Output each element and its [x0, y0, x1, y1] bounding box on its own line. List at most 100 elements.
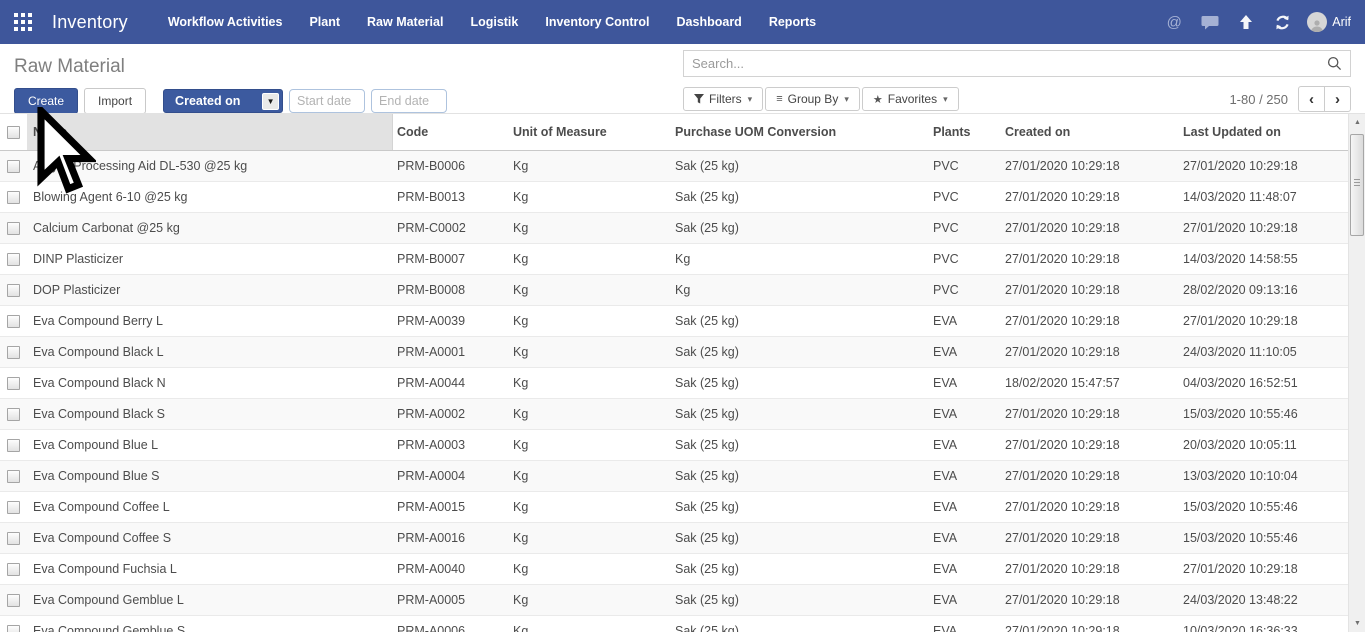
row-checkbox[interactable]	[7, 593, 20, 607]
row-checkbox[interactable]	[7, 345, 20, 359]
table-row[interactable]: Eva Compound Coffee L PRM-A0015 Kg Sak (…	[0, 492, 1348, 523]
row-checkbox[interactable]	[7, 562, 20, 576]
nav-item-dashboard[interactable]: Dashboard	[677, 15, 742, 29]
table-row[interactable]: Eva Compound Blue S PRM-A0004 Kg Sak (25…	[0, 461, 1348, 492]
nav-item-raw-material[interactable]: Raw Material	[367, 15, 443, 29]
cell-code: PRM-B0013	[397, 190, 466, 204]
select-caret-icon: ▼	[262, 92, 280, 110]
nav-item-workflow-activities[interactable]: Workflow Activities	[168, 15, 283, 29]
row-checkbox[interactable]	[7, 159, 20, 173]
date-filter-selected: Created on	[175, 94, 241, 108]
column-header-purchase-uom[interactable]: Purchase UOM Conversion	[671, 114, 929, 150]
row-checkbox[interactable]	[7, 252, 20, 266]
row-checkbox[interactable]	[7, 500, 20, 514]
cell-code: PRM-B0007	[397, 252, 466, 266]
create-button[interactable]: Create	[14, 88, 79, 114]
filters-label: Filters	[709, 92, 742, 106]
row-checkbox[interactable]	[7, 407, 20, 421]
table-row[interactable]: Eva Compound Berry L PRM-A0039 Kg Sak (2…	[0, 306, 1348, 337]
pager-previous-button[interactable]: ‹	[1298, 86, 1325, 112]
table-row[interactable]: Eva Compound Gemblue S PRM-A0006 Kg Sak …	[0, 616, 1348, 632]
cell-name: Eva Compound Coffee L	[33, 500, 170, 514]
table-row[interactable]: Eva Compound Black N PRM-A0044 Kg Sak (2…	[0, 368, 1348, 399]
column-header-plants[interactable]: Plants	[929, 114, 1001, 150]
column-header-last-updated-on[interactable]: Last Updated on	[1179, 114, 1348, 150]
select-all-checkbox[interactable]	[7, 125, 20, 139]
scroll-down-icon[interactable]: ▼	[1349, 615, 1365, 632]
cell-last-updated-on: 27/01/2020 10:29:18	[1183, 314, 1298, 328]
cell-uom: Kg	[513, 190, 529, 204]
table-row[interactable]: Acrylic Processing Aid DL-530 @25 kg PRM…	[0, 151, 1348, 182]
scrollbar-thumb[interactable]	[1350, 134, 1364, 236]
table-row[interactable]: Calcium Carbonat @25 kg PRM-C0002 Kg Sak…	[0, 213, 1348, 244]
row-checkbox[interactable]	[7, 283, 20, 297]
apps-grid-icon[interactable]	[14, 13, 32, 31]
user-menu[interactable]: Arif	[1307, 12, 1351, 32]
table-row[interactable]: Eva Compound Fuchsia L PRM-A0040 Kg Sak …	[0, 554, 1348, 585]
cell-code: PRM-A0003	[397, 438, 466, 452]
top-navbar: Inventory Workflow Activities Plant Raw …	[0, 0, 1365, 44]
end-date-input[interactable]	[371, 89, 448, 113]
row-checkbox[interactable]	[7, 190, 20, 204]
row-checkbox[interactable]	[7, 221, 20, 235]
cell-plant: PVC	[933, 221, 959, 235]
filter-funnel-icon	[694, 94, 704, 104]
app-title[interactable]: Inventory	[52, 12, 128, 33]
row-checkbox[interactable]	[7, 469, 20, 483]
table-row[interactable]: Blowing Agent 6-10 @25 kg PRM-B0013 Kg S…	[0, 182, 1348, 213]
table-row[interactable]: DOP Plasticizer PRM-B0008 Kg Kg PVC 27/0…	[0, 275, 1348, 306]
nav-item-reports[interactable]: Reports	[769, 15, 816, 29]
table-row[interactable]: Eva Compound Gemblue L PRM-A0005 Kg Sak …	[0, 585, 1348, 616]
row-checkbox-cell	[0, 252, 27, 266]
cell-last-updated-on: 24/03/2020 13:48:22	[1183, 593, 1298, 607]
column-header-uom[interactable]: Unit of Measure	[509, 114, 671, 150]
vertical-scrollbar[interactable]: ▲ ▼	[1348, 114, 1365, 632]
cell-plant: PVC	[933, 159, 959, 173]
cell-code: PRM-B0008	[397, 283, 466, 297]
caret-down-icon: ▾	[943, 93, 948, 104]
messages-icon[interactable]	[1199, 15, 1221, 30]
column-header-created-on[interactable]: Created on	[1001, 114, 1179, 150]
group-by-button[interactable]: ≡ Group By ▾	[765, 87, 860, 111]
table-row[interactable]: DINP Plasticizer PRM-B0007 Kg Kg PVC 27/…	[0, 244, 1348, 275]
import-button[interactable]: Import	[84, 88, 147, 114]
nav-item-plant[interactable]: Plant	[309, 15, 340, 29]
group-by-icon: ≡	[776, 93, 783, 105]
row-checkbox[interactable]	[7, 624, 20, 632]
column-header-name[interactable]: Name	[27, 114, 393, 150]
refresh-icon[interactable]	[1271, 14, 1293, 31]
table-row[interactable]: Eva Compound Black L PRM-A0001 Kg Sak (2…	[0, 337, 1348, 368]
table-row[interactable]: Eva Compound Blue L PRM-A0003 Kg Sak (25…	[0, 430, 1348, 461]
table-row[interactable]: Eva Compound Black S PRM-A0002 Kg Sak (2…	[0, 399, 1348, 430]
column-header-code[interactable]: Code	[393, 114, 509, 150]
search-icon[interactable]	[1319, 56, 1350, 71]
group-by-label: Group By	[787, 92, 839, 106]
row-checkbox-cell	[0, 221, 27, 235]
cell-created-on: 27/01/2020 10:29:18	[1005, 593, 1120, 607]
date-filter-select[interactable]: Created on ▼	[163, 89, 284, 113]
table-row[interactable]: Eva Compound Coffee S PRM-A0016 Kg Sak (…	[0, 523, 1348, 554]
cell-plant: EVA	[933, 438, 958, 452]
nav-item-inventory-control[interactable]: Inventory Control	[545, 15, 649, 29]
cell-uom: Kg	[513, 283, 529, 297]
row-checkbox[interactable]	[7, 314, 20, 328]
pager-next-button[interactable]: ›	[1324, 86, 1351, 112]
start-date-input[interactable]	[289, 89, 366, 113]
cell-plant: EVA	[933, 624, 958, 632]
cell-created-on: 27/01/2020 10:29:18	[1005, 531, 1120, 545]
filters-button[interactable]: Filters ▾	[683, 87, 764, 111]
upload-arrow-icon[interactable]	[1235, 14, 1257, 30]
cell-name: Eva Compound Coffee S	[33, 531, 172, 545]
search-input[interactable]	[684, 56, 1319, 71]
caret-down-icon: ▾	[747, 93, 753, 104]
cell-last-updated-on: 24/03/2020 11:10:05	[1183, 345, 1297, 359]
mentions-icon[interactable]: @	[1163, 14, 1185, 31]
row-checkbox[interactable]	[7, 438, 20, 452]
favorites-button[interactable]: ★ Favorites ▾	[861, 87, 959, 111]
row-checkbox[interactable]	[7, 531, 20, 545]
row-checkbox[interactable]	[7, 376, 20, 390]
scroll-up-icon[interactable]: ▲	[1349, 114, 1365, 131]
cell-plant: PVC	[933, 252, 959, 266]
cell-code: PRM-A0016	[397, 531, 466, 545]
nav-item-logistik[interactable]: Logistik	[470, 15, 518, 29]
